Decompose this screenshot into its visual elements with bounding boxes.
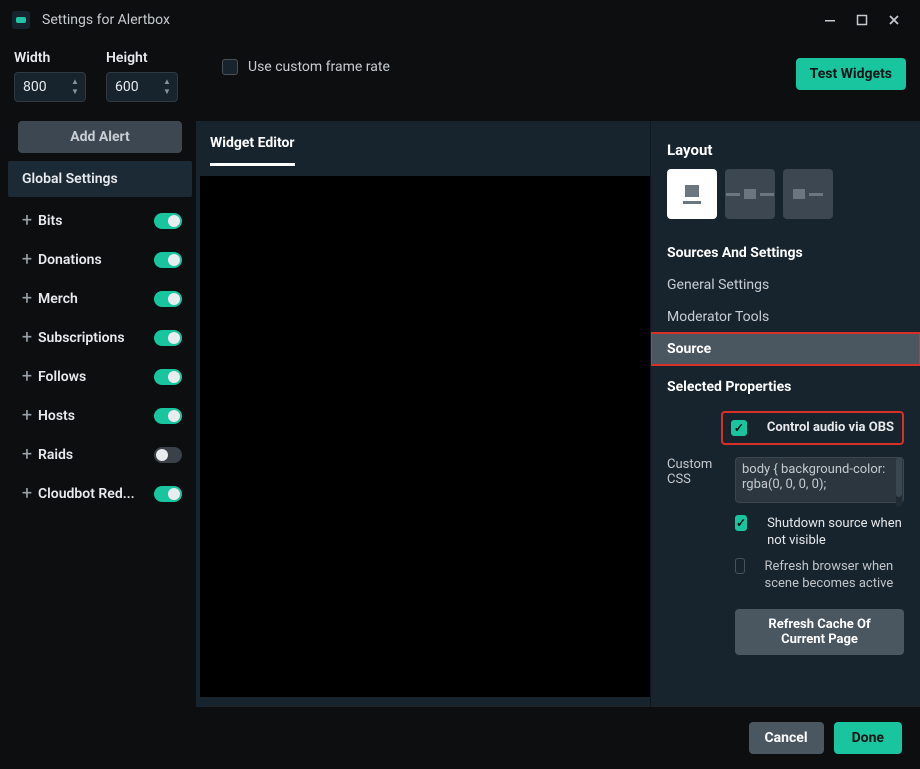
menu-moderator-tools[interactable]: Moderator Tools: [651, 301, 920, 333]
sidebar-item-merch[interactable]: + Merch: [8, 279, 192, 318]
custom-frame-rate-checkbox[interactable]: [222, 59, 238, 75]
done-button[interactable]: Done: [834, 722, 902, 754]
height-label: Height: [106, 50, 178, 66]
css-scrollbar[interactable]: [896, 457, 902, 507]
refresh-cache-button[interactable]: Refresh Cache Of Current Page: [735, 609, 904, 655]
right-panel: Layout Sources And Settings General Sett…: [650, 121, 920, 707]
minimize-button[interactable]: [816, 6, 844, 34]
toggle-merch[interactable]: [154, 291, 182, 307]
sidebar-item-label: Merch: [38, 291, 154, 307]
sidebar: Add Alert Global Settings + Bits + Donat…: [0, 121, 196, 707]
shutdown-label: Shutdown source when not visible: [767, 515, 904, 550]
custom-frame-rate-label: Use custom frame rate: [248, 58, 390, 76]
sidebar-item-follows[interactable]: + Follows: [8, 357, 192, 396]
custom-frame-rate: Use custom frame rate: [222, 50, 390, 76]
plus-icon: +: [16, 327, 38, 348]
sidebar-item-label: Cloudbot Red...: [38, 486, 154, 502]
tab-widget-editor[interactable]: Widget Editor: [210, 121, 295, 166]
preview-area: [200, 176, 650, 697]
sidebar-item-donations[interactable]: + Donations: [8, 240, 192, 279]
layout-title: Layout: [651, 135, 920, 169]
layout-option-centered[interactable]: [725, 169, 775, 219]
plus-icon: +: [16, 405, 38, 426]
custom-css-textarea[interactable]: [735, 457, 904, 503]
custom-css-label: Custom CSS: [667, 457, 727, 487]
menu-source[interactable]: Source: [651, 333, 920, 365]
sidebar-item-cloudbot[interactable]: + Cloudbot Red...: [8, 474, 192, 513]
global-settings[interactable]: Global Settings: [8, 161, 192, 197]
toolbar: Width ▲▼ Height ▲▼ Use custom frame rate…: [0, 40, 920, 121]
height-stepper[interactable]: ▲▼: [160, 72, 174, 102]
width-stepper[interactable]: ▲▼: [68, 72, 82, 102]
toggle-raids[interactable]: [154, 447, 182, 463]
cancel-button[interactable]: Cancel: [749, 722, 824, 754]
toggle-follows[interactable]: [154, 369, 182, 385]
toggle-bits[interactable]: [154, 213, 182, 229]
app-icon: [12, 11, 30, 29]
titlebar: Settings for Alertbox: [0, 0, 920, 40]
toggle-subscriptions[interactable]: [154, 330, 182, 346]
toggle-hosts[interactable]: [154, 408, 182, 424]
height-group: Height ▲▼: [106, 50, 178, 102]
control-audio-label: Control audio via OBS: [767, 419, 894, 437]
tabbar: Widget Editor: [196, 121, 650, 166]
control-audio-checkbox[interactable]: [731, 420, 747, 436]
sidebar-item-raids[interactable]: + Raids: [8, 435, 192, 474]
sidebar-item-hosts[interactable]: + Hosts: [8, 396, 192, 435]
window-title: Settings for Alertbox: [42, 12, 170, 28]
refresh-browser-checkbox[interactable]: [735, 558, 745, 574]
sidebar-item-label: Subscriptions: [38, 330, 154, 346]
close-button[interactable]: [880, 6, 908, 34]
menu-general-settings[interactable]: General Settings: [651, 269, 920, 301]
control-audio-highlight: Control audio via OBS: [721, 411, 904, 445]
sources-title: Sources And Settings: [651, 235, 920, 269]
maximize-button[interactable]: [848, 6, 876, 34]
shutdown-checkbox[interactable]: [735, 515, 747, 531]
plus-icon: +: [16, 444, 38, 465]
sidebar-item-label: Hosts: [38, 408, 154, 424]
selected-properties-title: Selected Properties: [651, 365, 920, 403]
refresh-browser-label: Refresh browser when scene becomes activ…: [765, 558, 905, 593]
layout-options: [651, 169, 920, 235]
width-group: Width ▲▼: [14, 50, 86, 102]
plus-icon: +: [16, 288, 38, 309]
center-panel: Widget Editor: [196, 121, 650, 707]
test-widgets-button[interactable]: Test Widgets: [796, 58, 906, 90]
plus-icon: +: [16, 483, 38, 504]
toggle-donations[interactable]: [154, 252, 182, 268]
sidebar-item-subscriptions[interactable]: + Subscriptions: [8, 318, 192, 357]
plus-icon: +: [16, 210, 38, 231]
sidebar-item-bits[interactable]: + Bits: [8, 201, 192, 240]
plus-icon: +: [16, 366, 38, 387]
main: Add Alert Global Settings + Bits + Donat…: [0, 121, 920, 707]
sidebar-item-label: Bits: [38, 213, 154, 229]
add-alert-button[interactable]: Add Alert: [18, 121, 182, 153]
plus-icon: +: [16, 249, 38, 270]
layout-option-side[interactable]: [783, 169, 833, 219]
toggle-cloudbot[interactable]: [154, 486, 182, 502]
sidebar-item-label: Donations: [38, 252, 154, 268]
layout-option-stacked[interactable]: [667, 169, 717, 219]
sidebar-item-label: Follows: [38, 369, 154, 385]
width-label: Width: [14, 50, 86, 66]
sidebar-item-label: Raids: [38, 447, 154, 463]
